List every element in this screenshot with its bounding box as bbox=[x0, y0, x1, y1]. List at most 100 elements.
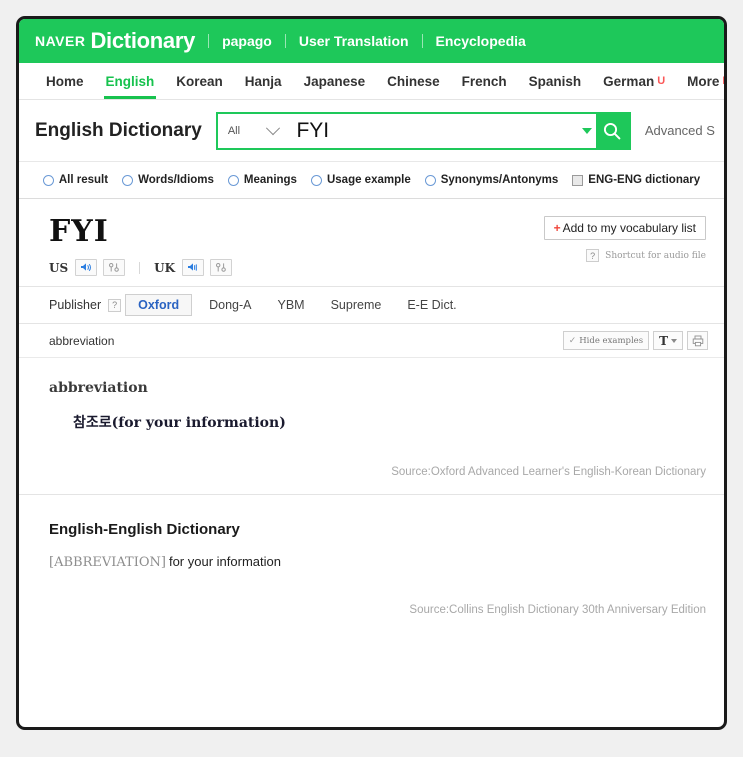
radio-label: Usage example bbox=[326, 174, 411, 186]
triangle-down-icon bbox=[581, 127, 592, 134]
browser-page-frame: NAVER Dictionary papago User Translation… bbox=[16, 16, 727, 730]
result-filter-row: All result Words/Idioms Meanings Usage e… bbox=[19, 162, 724, 199]
nav-item-japanese[interactable]: Japanese bbox=[293, 63, 377, 99]
header-link-encyclopedia[interactable]: Encyclopedia bbox=[436, 33, 526, 49]
audio-shortcut-row: ? Shortcut for audio file bbox=[586, 249, 706, 262]
nav-label: Korean bbox=[176, 73, 223, 89]
publisher-tab-e-e-dict[interactable]: E-E Dict. bbox=[394, 294, 469, 316]
checkbox-icon bbox=[572, 174, 584, 186]
help-icon[interactable]: ? bbox=[108, 298, 122, 312]
nav-label: Japanese bbox=[303, 73, 366, 89]
pron-region-uk: UK bbox=[154, 260, 176, 275]
radio-icon bbox=[227, 174, 239, 186]
pron-region-us: US bbox=[49, 260, 69, 275]
pronounce-record-icon bbox=[216, 263, 226, 272]
nav-item-spanish[interactable]: Spanish bbox=[518, 63, 593, 99]
print-button[interactable] bbox=[687, 331, 708, 350]
chevron-down-icon bbox=[265, 120, 280, 135]
search-box: All bbox=[215, 111, 631, 150]
header-link-papago[interactable]: papago bbox=[222, 33, 272, 49]
speaker-icon bbox=[81, 263, 92, 272]
font-size-button[interactable]: T bbox=[653, 331, 683, 350]
search-input[interactable] bbox=[286, 113, 578, 148]
radio-label: Synonyms/Antonyms bbox=[440, 174, 559, 186]
search-history-toggle[interactable] bbox=[577, 114, 596, 148]
publisher-tab-ybm[interactable]: YBM bbox=[265, 294, 318, 316]
abbreviation-tag: [ABBREVIATION] bbox=[49, 555, 166, 570]
search-scope-value: All bbox=[227, 124, 241, 137]
checkbox-label: ENG-ENG dictionary bbox=[588, 174, 701, 186]
pronounce-record-icon-uk[interactable] bbox=[210, 259, 233, 276]
chevron-down-icon bbox=[671, 338, 677, 343]
header-link-user-translation[interactable]: User Translation bbox=[299, 33, 409, 49]
publisher-tab-dong-a[interactable]: Dong-A bbox=[196, 294, 264, 316]
magnifier-icon bbox=[604, 122, 621, 139]
publisher-tab-supreme[interactable]: Supreme bbox=[318, 294, 395, 316]
pronounce-record-icon bbox=[109, 263, 119, 272]
part-of-speech-label: abbreviation bbox=[49, 333, 115, 348]
hide-examples-label: Hide examples bbox=[579, 335, 644, 346]
add-to-vocabulary-button[interactable]: + Add to my vocabulary list bbox=[543, 216, 706, 240]
dictionary-logo: Dictionary bbox=[90, 28, 196, 53]
header-divider bbox=[421, 34, 423, 48]
radio-label: All result bbox=[58, 174, 109, 186]
nav-item-more[interactable]: More N bbox=[676, 63, 724, 99]
checkbox-eng-eng-dictionary[interactable]: ENG-ENG dictionary bbox=[572, 174, 700, 186]
nav-item-german[interactable]: German U bbox=[592, 63, 676, 99]
publisher-tab-oxford[interactable]: Oxford bbox=[125, 294, 193, 316]
header-divider bbox=[208, 34, 210, 48]
nav-item-french[interactable]: French bbox=[451, 63, 518, 99]
nav-label: German bbox=[603, 73, 655, 89]
definition-part-of-speech: abbreviation bbox=[49, 380, 148, 396]
nav-label: Hanja bbox=[244, 73, 282, 89]
nav-label: English bbox=[105, 73, 155, 89]
naver-logo: NAVER bbox=[35, 33, 86, 49]
add-to-vocabulary-label: Add to my vocabulary list bbox=[562, 221, 696, 235]
nav-item-home[interactable]: Home bbox=[35, 63, 95, 99]
nav-label: French bbox=[461, 73, 507, 89]
english-english-title: English-English Dictionary bbox=[49, 521, 240, 538]
new-badge: N bbox=[722, 75, 724, 87]
search-area: English Dictionary All Advanced S bbox=[19, 100, 724, 162]
radio-icon bbox=[122, 174, 134, 186]
radio-meanings[interactable]: Meanings bbox=[227, 174, 297, 186]
radio-usage-example[interactable]: Usage example bbox=[310, 174, 411, 186]
search-scope-select[interactable]: All bbox=[218, 114, 286, 148]
audio-shortcut-label: Shortcut for audio file bbox=[605, 250, 706, 261]
radio-label: Words/Idioms bbox=[138, 174, 214, 186]
help-icon[interactable]: ? bbox=[586, 249, 600, 262]
nav-item-chinese[interactable]: Chinese bbox=[376, 63, 451, 99]
speaker-icon bbox=[188, 263, 197, 271]
entry-toolbar: abbreviation ✓ Hide examples T bbox=[19, 324, 724, 358]
search-button[interactable] bbox=[596, 113, 629, 148]
definition-block: abbreviation 참조로(for your information) S… bbox=[19, 358, 724, 495]
publisher-tabs: Publisher ? Oxford Dong-A YBM Supreme E-… bbox=[19, 287, 724, 324]
nav-item-hanja[interactable]: Hanja bbox=[234, 63, 293, 99]
nav-label: More bbox=[687, 73, 720, 89]
global-header: NAVER Dictionary papago User Translation… bbox=[19, 19, 724, 63]
hide-examples-button[interactable]: ✓ Hide examples bbox=[562, 331, 650, 350]
printer-icon bbox=[692, 335, 703, 346]
definition-source: Source:Oxford Advanced Learner's English… bbox=[391, 466, 706, 478]
publisher-label: Publisher bbox=[49, 298, 102, 312]
speaker-icon-uk[interactable] bbox=[182, 259, 205, 276]
radio-icon bbox=[42, 174, 54, 186]
pronunciation-divider bbox=[139, 261, 141, 274]
nav-label: Spanish bbox=[528, 73, 582, 89]
nav-item-english[interactable]: English bbox=[95, 63, 166, 99]
radio-words-idioms[interactable]: Words/Idioms bbox=[122, 174, 214, 186]
speaker-icon-us[interactable] bbox=[75, 259, 98, 276]
new-badge: U bbox=[657, 75, 666, 87]
radio-synonyms-antonyms[interactable]: Synonyms/Antonyms bbox=[424, 174, 559, 186]
english-english-block: English-English Dictionary [ABBREVIATION… bbox=[19, 495, 724, 632]
radio-icon bbox=[424, 174, 436, 186]
radio-label: Meanings bbox=[243, 174, 297, 186]
english-english-definition: [ABBREVIATION] for your information bbox=[49, 554, 706, 570]
english-english-source: Source:Collins English Dictionary 30th A… bbox=[409, 604, 706, 616]
advanced-search-link[interactable]: Advanced S bbox=[645, 123, 715, 138]
definition-text: 참조로(for your information) bbox=[73, 415, 286, 431]
pronounce-record-icon-us[interactable] bbox=[103, 259, 126, 276]
nav-item-korean[interactable]: Korean bbox=[165, 63, 234, 99]
radio-all-result[interactable]: All result bbox=[42, 174, 109, 186]
language-nav: Home English Korean Hanja Japanese Chine… bbox=[19, 63, 724, 100]
